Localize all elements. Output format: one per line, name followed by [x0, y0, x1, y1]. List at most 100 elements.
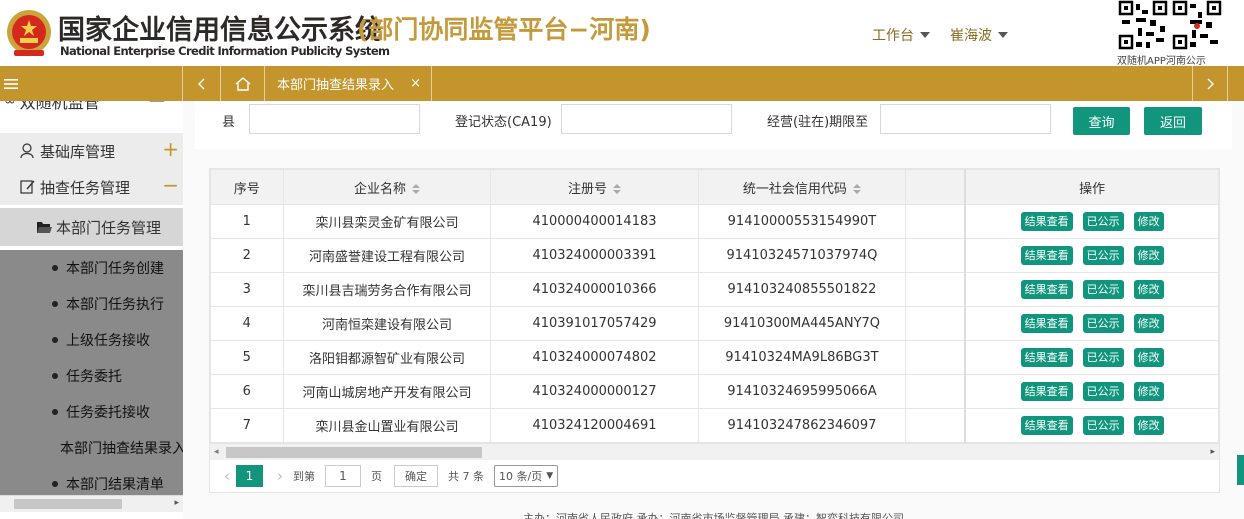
edit-button[interactable]: 修改 [1133, 382, 1164, 401]
table-row[interactable]: 3 栾川县吉瑞劳务合作有限公司 410324000010366 91410324085… [210, 272, 1220, 307]
cell-blank [905, 340, 967, 375]
national-emblem-icon [7, 10, 51, 56]
published-button[interactable]: 已公示 [1082, 212, 1124, 231]
header: 国家企业信用信息公示系统 (部门协同监管平台−河南) National Ente… [0, 0, 1244, 67]
cell-uscc: 91410324695995066A [697, 374, 907, 409]
caret-down-icon [998, 32, 1008, 38]
tab-scroll-right-button[interactable] [1192, 66, 1228, 101]
collapse-icon: − [162, 173, 179, 197]
edit-button[interactable]: 修改 [1133, 280, 1164, 299]
system-title-en: National Enterprise Credit Information P… [60, 44, 390, 58]
col-header-blank [905, 169, 967, 205]
current-page[interactable]: 1 [236, 465, 263, 487]
scroll-right-arrow-icon[interactable]: ▸ [1210, 447, 1215, 457]
cell-name: 栾川县吉瑞劳务合作有限公司 [282, 272, 492, 307]
cell-name: 河南盛誉建设工程有限公司 [282, 238, 492, 273]
tab-result-entry[interactable]: 本部门抽查结果录入 × [265, 66, 432, 101]
sidebar-item-label: 本部门结果清单 [66, 477, 164, 493]
col-header-name[interactable]: 企业名称 [282, 169, 492, 205]
table-row[interactable]: 7 栾川县金山置业有限公司 410324120004691 9141032478623… [210, 408, 1220, 443]
table-row[interactable]: 1 栾川县栾灵金矿有限公司 410000400014183 9141000055315… [210, 204, 1220, 239]
prev-page-icon[interactable]: ‹ [224, 467, 230, 485]
user-menu[interactable]: 崔海波 [950, 25, 1008, 45]
published-button[interactable]: 已公示 [1082, 348, 1124, 367]
sort-icon[interactable] [411, 184, 420, 194]
sidebar-item-result-entry[interactable]: 本部门抽查结果录入 [0, 430, 183, 466]
col-header-reg[interactable]: 注册号 [490, 169, 699, 205]
scrollbar-thumb[interactable] [226, 447, 482, 458]
edit-button[interactable]: 修改 [1133, 348, 1164, 367]
back-button[interactable]: 返回 [1144, 107, 1202, 135]
scroll-left-arrow-icon[interactable]: ◂ [214, 447, 219, 457]
goto-confirm-button[interactable]: 确定 [394, 465, 438, 487]
sidebar-item-task-delegate[interactable]: 任务委托 [0, 358, 183, 394]
table-header-row: 序号 企业名称 注册号 统一社会信用代码 操作 [210, 169, 1220, 205]
sidebar-item-task-execute[interactable]: 本部门任务执行 [0, 286, 183, 322]
col-header-uscc[interactable]: 统一社会信用代码 [697, 169, 907, 205]
right-float-tab[interactable] [1237, 455, 1244, 485]
sidebar-item-dept-task-management[interactable]: 本部门任务管理 [0, 208, 183, 246]
edit-button[interactable]: 修改 [1133, 416, 1164, 435]
close-icon[interactable]: × [410, 76, 421, 91]
published-button[interactable]: 已公示 [1082, 416, 1124, 435]
sidebar-horizontal-scrollbar[interactable]: ▸ [0, 495, 183, 512]
view-result-button[interactable]: 结果查看 [1020, 212, 1073, 231]
sidebar: ∞ 双随机监管 — 基础库管理 + 抽查任务管理 − 本部门任务管理 本部门任务… [0, 101, 183, 519]
home-icon [235, 76, 250, 91]
cell-reg: 410324000003391 [490, 238, 699, 273]
op-period-input[interactable] [880, 104, 1051, 134]
scroll-right-arrow-icon[interactable]: ▸ [174, 498, 179, 508]
county-input[interactable] [249, 104, 420, 134]
cell-actions: 结果查看 已公示 修改 [964, 306, 1220, 341]
sort-icon[interactable] [612, 184, 621, 194]
tab-scroll-left-button[interactable] [183, 66, 221, 101]
reg-status-input[interactable] [561, 104, 732, 134]
next-page-icon[interactable]: › [277, 467, 283, 485]
cell-actions: 结果查看 已公示 修改 [964, 374, 1220, 409]
view-result-button[interactable]: 结果查看 [1020, 416, 1073, 435]
sidebar-item-double-random[interactable]: ∞ 双随机监管 — [0, 101, 183, 113]
table-row[interactable]: 6 河南山城房地产开发有限公司 410324000000127 91410324695… [210, 374, 1220, 409]
table-row[interactable]: 4 河南恒栾建设有限公司 410391017057429 91410300MA445A… [210, 306, 1220, 341]
edit-button[interactable]: 修改 [1133, 314, 1164, 333]
scrollbar-thumb[interactable] [14, 499, 122, 509]
workbench-menu[interactable]: 工作台 [872, 25, 930, 45]
bullet-icon [52, 337, 58, 343]
table-row[interactable]: 5 洛阳钼都源智矿业有限公司 410324000074802 91410324MA9L… [210, 340, 1220, 375]
view-result-button[interactable]: 结果查看 [1020, 348, 1073, 367]
result-table-panel: 序号 企业名称 注册号 统一社会信用代码 操作 1 栾川县栾灵金矿有限公司 4100… [209, 168, 1220, 493]
expand-icon: + [162, 137, 179, 161]
sort-icon[interactable] [852, 184, 861, 194]
edit-button[interactable]: 修改 [1133, 246, 1164, 265]
view-result-button[interactable]: 结果查看 [1020, 246, 1073, 265]
query-button[interactable]: 查询 [1073, 107, 1130, 135]
result-table: 序号 企业名称 注册号 统一社会信用代码 操作 1 栾川县栾灵金矿有限公司 4100… [210, 169, 1220, 443]
col-header-actions: 操作 [964, 169, 1220, 205]
sidebar-item-task-create[interactable]: 本部门任务创建 [0, 250, 183, 286]
goto-page-input[interactable]: 1 [325, 465, 361, 487]
sidebar-item-upper-task-receive[interactable]: 上级任务接收 [0, 322, 183, 358]
table-horizontal-scrollbar[interactable]: ◂ ▸ [210, 443, 1219, 460]
sidebar-item-task-management[interactable]: 抽查任务管理 − [0, 169, 183, 205]
sidebar-item-basic-library[interactable]: 基础库管理 + [0, 133, 183, 169]
edit-button[interactable]: 修改 [1133, 212, 1164, 231]
sidebar-toggle-button[interactable] [0, 66, 183, 101]
published-button[interactable]: 已公示 [1082, 280, 1124, 299]
goto-label: 到第 [293, 470, 315, 483]
cell-actions: 结果查看 已公示 修改 [964, 204, 1220, 239]
view-result-button[interactable]: 结果查看 [1020, 280, 1073, 299]
table-row[interactable]: 2 河南盛誉建设工程有限公司 410324000003391 914103245710… [210, 238, 1220, 273]
bullet-icon [52, 301, 58, 307]
sidebar-item-label: 任务委托 [66, 369, 122, 385]
sidebar-item-delegate-receive[interactable]: 任务委托接收 [0, 394, 183, 430]
bullet-icon [52, 265, 58, 271]
published-button[interactable]: 已公示 [1082, 246, 1124, 265]
view-result-button[interactable]: 结果查看 [1020, 314, 1073, 333]
published-button[interactable]: 已公示 [1082, 314, 1124, 333]
pagination: ‹ 1 › 到第 1 页 确定 共 7 条 10 条/页 ▼ [210, 460, 1219, 492]
home-tab-button[interactable] [221, 66, 265, 101]
page-size-select[interactable]: 10 条/页 ▼ [494, 465, 559, 487]
published-button[interactable]: 已公示 [1082, 382, 1124, 401]
view-result-button[interactable]: 结果查看 [1020, 382, 1073, 401]
main-content: 县 登记状态(CA19) 经营(驻在)期限至 查询 返回 序号 企业名称 注册号… [183, 101, 1244, 519]
